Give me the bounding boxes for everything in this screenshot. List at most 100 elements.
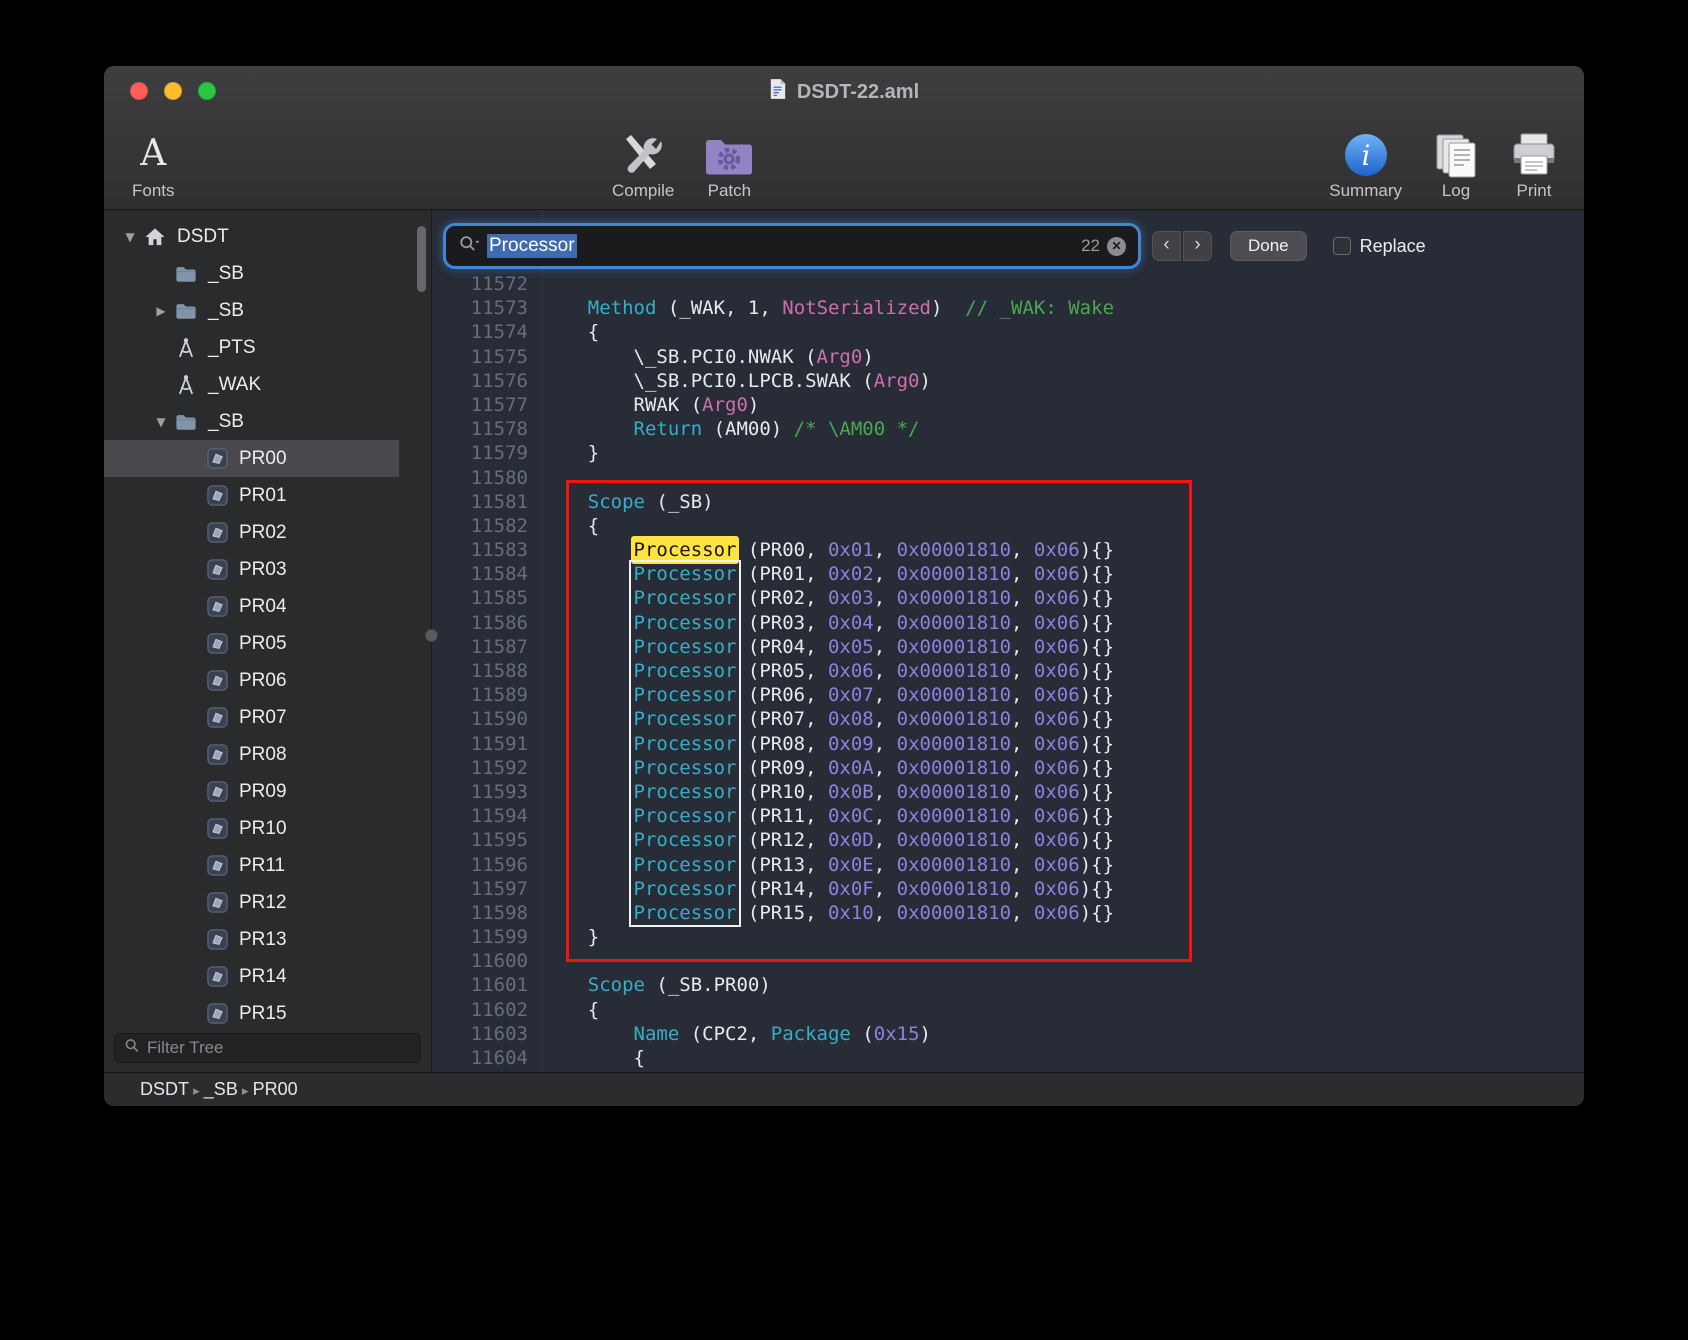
tree-item-pr07[interactable]: PR07 (104, 699, 399, 736)
code-token: 0x0B (828, 781, 874, 803)
code-token: , (1011, 684, 1034, 706)
done-button[interactable]: Done (1230, 231, 1307, 261)
code-line: 11575 \_SB.PCI0.NWAK (Arg0) (432, 345, 1584, 369)
tree-item-pr09[interactable]: PR09 (104, 773, 399, 810)
tree-item-_sb[interactable]: ▶_SB (104, 292, 399, 329)
disclosure-down-icon[interactable]: ▼ (149, 415, 173, 429)
tree-item-_wak[interactable]: _WAK (104, 366, 399, 403)
tree-item-pr10[interactable]: PR10 (104, 810, 399, 847)
previous-match-button[interactable]: ‹ (1152, 231, 1181, 261)
code-token: Scope (588, 974, 645, 996)
code-token: , (1011, 829, 1034, 851)
breadcrumb-item-pr00[interactable]: PR00 (253, 1079, 298, 1099)
tree-item-pr11[interactable]: PR11 (104, 847, 399, 884)
sidebar-scrollbar[interactable] (417, 226, 426, 292)
tree-item-pr08[interactable]: PR08 (104, 736, 399, 773)
patch-button[interactable]: Patch (704, 132, 754, 201)
find-match: Processor (634, 587, 737, 609)
tree-item-pr02[interactable]: PR02 (104, 514, 399, 551)
tree-item-pr03[interactable]: PR03 (104, 551, 399, 588)
tree-item-pr06[interactable]: PR06 (104, 662, 399, 699)
tree-item-pr04[interactable]: PR04 (104, 588, 399, 625)
code-token: Arg0 (874, 370, 920, 392)
code-token: (PR07, (736, 708, 828, 730)
code-token: , (874, 854, 897, 876)
editor-pane[interactable]: Processor 22 ✕ ‹ › Done Replace 11572115… (432, 210, 1584, 1072)
tree-item-_pts[interactable]: _PTS (104, 329, 399, 366)
tree-item-dsdt[interactable]: ▼DSDT (104, 218, 399, 255)
filter-tree-input[interactable] (147, 1038, 411, 1058)
tree-item-pr00[interactable]: PR00 (104, 440, 399, 477)
disclosure-right-icon[interactable]: ▶ (149, 304, 173, 318)
code-token: ){} (1080, 878, 1114, 900)
summary-button[interactable]: i Summary (1329, 132, 1402, 201)
code-line: 11583 Processor (PR00, 0x01, 0x00001810,… (432, 538, 1584, 562)
print-button[interactable]: Print (1510, 132, 1558, 201)
tree-item-pr05[interactable]: PR05 (104, 625, 399, 662)
line-number: 11589 (432, 683, 528, 707)
code-line: 11586 Processor (PR03, 0x04, 0x00001810,… (432, 611, 1584, 635)
code-token: 0x01 (828, 539, 874, 561)
tree-item-pr14[interactable]: PR14 (104, 958, 399, 995)
search-icon[interactable] (458, 235, 480, 258)
code-token: 0x0F (828, 878, 874, 900)
code-token: Arg0 (702, 394, 748, 416)
code-token (542, 563, 634, 585)
tree-item-pr01[interactable]: PR01 (104, 477, 399, 514)
tree-item-label: PR07 (239, 707, 287, 729)
pane-splitter-knob[interactable] (425, 629, 438, 642)
code-line: 11600 (432, 949, 1584, 973)
tree-item-pr13[interactable]: PR13 (104, 921, 399, 958)
breadcrumb-item-dsdt[interactable]: DSDT (140, 1079, 189, 1099)
find-match: Processor (634, 902, 737, 924)
tree-item-label: _SB (208, 411, 244, 433)
next-match-button[interactable]: › (1183, 231, 1212, 261)
tree-item-label: PR04 (239, 596, 287, 618)
code-token: , (874, 563, 897, 585)
proc-icon (204, 558, 230, 582)
code-token: 0x02 (828, 563, 874, 585)
code-token: , (874, 757, 897, 779)
line-number: 11593 (432, 780, 528, 804)
line-content: Processor (PR14, 0x0F, 0x00001810, 0x06)… (542, 878, 1114, 900)
line-number: 11591 (432, 732, 528, 756)
code-token: { (542, 321, 599, 343)
house-icon (142, 225, 168, 249)
code-token: , (874, 612, 897, 634)
code-token (542, 297, 588, 319)
find-field[interactable]: Processor 22 ✕ (446, 226, 1138, 266)
code-line: 11602 { (432, 998, 1584, 1022)
code-token: ){} (1080, 563, 1114, 585)
code-token: Return (634, 418, 703, 440)
code-editor[interactable]: 1157211573 Method (_WAK, 1, NotSerialize… (432, 210, 1584, 1072)
code-token: 0x0C (828, 805, 874, 827)
code-token: 0x10 (828, 902, 874, 924)
code-token: \_SB.PCI0.NWAK ( (542, 346, 817, 368)
match-count: 22 (1081, 236, 1100, 256)
tree-item-_sb[interactable]: ▼ _SB (104, 403, 399, 440)
code-token (542, 587, 634, 609)
tree-item-pr15[interactable]: PR15 (104, 995, 399, 1029)
fonts-button[interactable]: A Fonts (132, 132, 175, 201)
line-content: } (542, 926, 599, 948)
method-icon (173, 373, 199, 397)
breadcrumb-item-_sb[interactable]: _SB (204, 1079, 238, 1099)
clear-search-icon[interactable]: ✕ (1107, 237, 1126, 256)
find-query-text[interactable]: Processor (487, 234, 577, 258)
code-token: 0x0A (828, 757, 874, 779)
toolbar: A Fonts Compile Patch i Summary (104, 112, 1584, 209)
compile-button[interactable]: Compile (612, 132, 674, 201)
line-number: 11585 (432, 586, 528, 610)
code-line: 11596 Processor (PR13, 0x0E, 0x00001810,… (432, 853, 1584, 877)
find-bar: Processor 22 ✕ ‹ › Done Replace (446, 225, 1570, 267)
line-number: 11590 (432, 707, 528, 731)
log-button[interactable]: Log (1432, 132, 1480, 201)
tree-item-_sb[interactable]: _SB (104, 255, 399, 292)
tree-item-pr12[interactable]: PR12 (104, 884, 399, 921)
disclosure-down-icon[interactable]: ▼ (118, 230, 142, 244)
line-number: 11573 (432, 296, 528, 320)
replace-checkbox[interactable] (1333, 237, 1351, 255)
line-content: Processor (PR00, 0x01, 0x00001810, 0x06)… (542, 539, 1114, 561)
code-token: ) (931, 297, 965, 319)
code-token: , (1011, 660, 1034, 682)
